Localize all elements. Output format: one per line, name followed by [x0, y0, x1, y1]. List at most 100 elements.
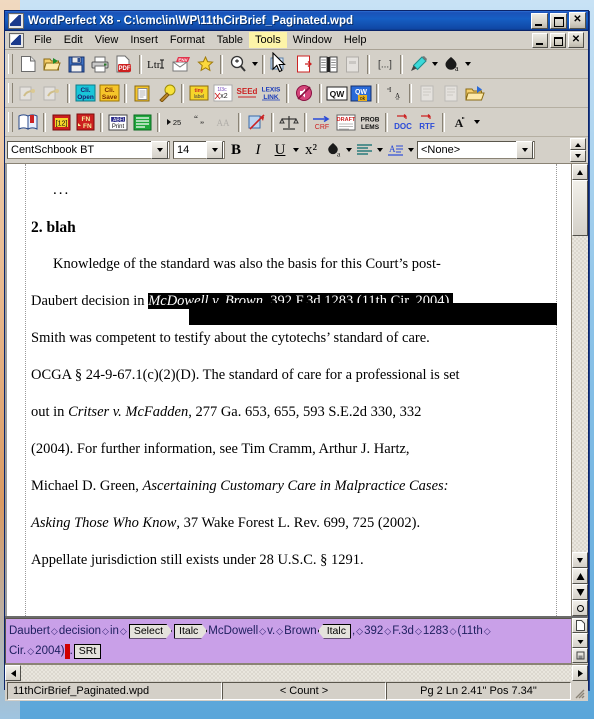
- highlight-color-dropdown-arrow[interactable]: [344, 139, 353, 161]
- link-break-button[interactable]: [244, 110, 268, 134]
- sound-off-button[interactable]: [292, 81, 316, 105]
- status-position[interactable]: Pg 2 Ln 2.41" Pos 7.34": [386, 682, 571, 700]
- footnote-endnote-button[interactable]: FN FN: [73, 110, 97, 134]
- client-open-button[interactable]: Cli. Open: [73, 81, 97, 105]
- quickwords-ok-button[interactable]: QW ok: [349, 81, 373, 105]
- italic-button[interactable]: I: [247, 139, 269, 161]
- save-as-doc-button[interactable]: DOC: [391, 110, 415, 134]
- style-button[interactable]: A: [384, 139, 406, 161]
- next-page-button[interactable]: [572, 584, 588, 600]
- print-document-button[interactable]: [88, 52, 112, 76]
- sort-ascending-button[interactable]: I A: [382, 81, 406, 105]
- font-color-dropdown-arrow[interactable]: [463, 53, 472, 75]
- crf-button[interactable]: CRF: [310, 110, 334, 134]
- underline-button[interactable]: U: [269, 139, 291, 161]
- toolbar-grip[interactable]: [8, 54, 13, 74]
- browse-by-button[interactable]: [572, 600, 588, 616]
- horizontal-scroll-track[interactable]: [21, 665, 572, 681]
- columns-button[interactable]: [316, 52, 340, 76]
- page-break-button[interactable]: [292, 52, 316, 76]
- envelope-button[interactable]: ENV: [169, 52, 193, 76]
- draft-button[interactable]: DRAFT: [334, 110, 358, 134]
- font-size-dropdown-arrow[interactable]: [206, 141, 223, 159]
- tiny-label-button[interactable]: tiny label: [187, 81, 211, 105]
- title-bar[interactable]: WordPerfect X8 - C:\cmc\in\WP\11thCirBri…: [5, 11, 588, 31]
- select-pointer-button[interactable]: [268, 52, 292, 76]
- menu-help[interactable]: Help: [338, 32, 373, 48]
- reveal-codes-panel[interactable]: DaubertdecisioninSelectItalcMcDowellv.Br…: [5, 616, 588, 664]
- highlight-color-button[interactable]: a: [322, 139, 344, 161]
- menu-tools[interactable]: Tools: [249, 32, 287, 48]
- favorites-star-button[interactable]: [193, 52, 217, 76]
- rc-page-icon-button[interactable]: [572, 618, 588, 633]
- zoom-dropdown-arrow[interactable]: [250, 53, 259, 75]
- letter-format-button[interactable]: Ltr: [145, 52, 169, 76]
- property-bar-scroll[interactable]: [570, 138, 586, 162]
- open-export-button[interactable]: [463, 81, 487, 105]
- underline-dropdown-arrow[interactable]: [291, 139, 300, 161]
- book-reference-button[interactable]: [16, 110, 40, 134]
- menu-file[interactable]: File: [28, 32, 58, 48]
- status-count[interactable]: < Count >: [222, 682, 386, 700]
- reveal-codes-button[interactable]: [...]: [373, 52, 397, 76]
- scroll-up-button[interactable]: [572, 164, 588, 180]
- style-dropdown-arrow-2[interactable]: [516, 141, 533, 159]
- reveal-codes-content[interactable]: DaubertdecisioninSelectItalcMcDowellv.Br…: [5, 618, 572, 664]
- green-lines-button[interactable]: [130, 110, 154, 134]
- property-scroll-down-button[interactable]: [570, 150, 586, 162]
- seed-button[interactable]: SEEd: [235, 81, 259, 105]
- resize-grip-icon[interactable]: [571, 682, 586, 700]
- label-print-button[interactable]: LABEL Print: [106, 110, 130, 134]
- font-name-dropdown-arrow[interactable]: [151, 141, 168, 159]
- bold-button[interactable]: B: [225, 139, 247, 161]
- menu-view[interactable]: View: [89, 32, 125, 48]
- highlighter-pen-button[interactable]: [406, 52, 430, 76]
- previous-page-button[interactable]: [572, 568, 588, 584]
- doc-close-button[interactable]: ✕: [568, 32, 584, 48]
- zoom-button[interactable]: [226, 52, 250, 76]
- document-icon[interactable]: [9, 32, 24, 48]
- publish-to-pdf-button[interactable]: PDF: [112, 52, 136, 76]
- save-document-button[interactable]: [64, 52, 88, 76]
- scales-of-justice-button[interactable]: [277, 110, 301, 134]
- macro-button[interactable]: A: [448, 110, 472, 134]
- maximize-button[interactable]: [550, 12, 567, 29]
- client-export-button[interactable]: [40, 81, 64, 105]
- scroll-down-button[interactable]: [572, 552, 588, 568]
- lexis-link-button[interactable]: LEXIS LINK: [259, 81, 283, 105]
- status-document-name[interactable]: 11thCirBrief_Paginated.wpd: [7, 682, 222, 700]
- scroll-right-button[interactable]: [572, 665, 588, 681]
- justification-dropdown-arrow[interactable]: [375, 139, 384, 161]
- justification-button[interactable]: [353, 139, 375, 161]
- new-document-button[interactable]: [16, 52, 40, 76]
- rc-code-italic-close[interactable]: Italc: [317, 623, 351, 639]
- rc-bottom-button[interactable]: [572, 648, 588, 663]
- macro-dropdown-arrow[interactable]: [472, 111, 481, 133]
- problems-button[interactable]: PROB LEMS: [358, 110, 382, 134]
- menu-window[interactable]: Window: [287, 32, 338, 48]
- document-text[interactable]: ... 2. blah Knowledge of the standard wa…: [31, 172, 557, 579]
- scroll-track[interactable]: [572, 180, 588, 552]
- menu-format[interactable]: Format: [164, 32, 211, 48]
- minimize-button[interactable]: [531, 12, 548, 29]
- typeover-button[interactable]: [154, 81, 178, 105]
- doc-restore-button[interactable]: [550, 32, 566, 48]
- quote-marks-button[interactable]: “ ”: [187, 110, 211, 134]
- quickwords-button[interactable]: QW: [325, 81, 349, 105]
- close-button[interactable]: ✕: [569, 12, 586, 29]
- rc-scroll-down-button[interactable]: [572, 633, 588, 648]
- clipboard-button[interactable]: [130, 81, 154, 105]
- doc-minimize-button[interactable]: [532, 32, 548, 48]
- toolbar-grip[interactable]: [8, 112, 13, 132]
- line-spacing-button[interactable]: 1l3c x2: [211, 81, 235, 105]
- document-vertical-scrollbar[interactable]: [571, 164, 588, 616]
- font-size-combo[interactable]: 14: [173, 141, 225, 159]
- client-import-button[interactable]: [16, 81, 40, 105]
- menu-edit[interactable]: Edit: [58, 32, 89, 48]
- document-page[interactable]: ... 2. blah Knowledge of the standard wa…: [5, 164, 571, 616]
- property-scroll-up-button[interactable]: [570, 138, 586, 150]
- open-document-button[interactable]: [40, 52, 64, 76]
- superscript-button[interactable]: x²: [300, 139, 322, 161]
- rc-code-srt[interactable]: SRt: [73, 643, 102, 659]
- client-save-button[interactable]: Cli. Save: [97, 81, 121, 105]
